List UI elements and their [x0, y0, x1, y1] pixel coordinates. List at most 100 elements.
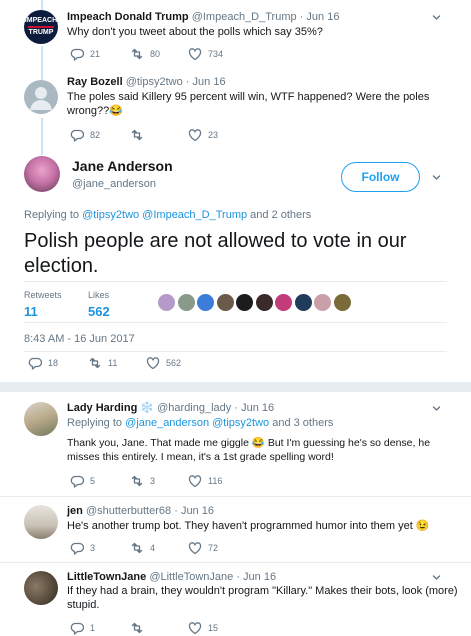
- like-count: 116: [208, 476, 223, 486]
- replying-to: Replying to @jane_anderson @tipsy2two an…: [67, 417, 333, 429]
- reply-tweet[interactable]: LittleTownJane @LittleTownJane · Jun 16 …: [0, 563, 471, 636]
- user-handle[interactable]: @Impeach_D_Trump: [192, 11, 297, 23]
- avatar[interactable]: IMPEACH TRUMP: [24, 10, 58, 44]
- retweet-button[interactable]: [130, 128, 150, 142]
- heart-icon: [188, 129, 202, 142]
- avatar-logo-text: IMPEACH: [24, 17, 58, 24]
- retweet-icon: [131, 475, 143, 487]
- reply-button[interactable]: 82: [70, 128, 100, 142]
- user-handle[interactable]: @harding_lady: [157, 402, 231, 414]
- like-count: 72: [208, 543, 219, 553]
- user-handle[interactable]: @shutterbutter68: [86, 505, 171, 517]
- tweet-text-line: If they had a brain, they wouldn't progr…: [67, 585, 458, 597]
- liker-avatar[interactable]: [255, 294, 273, 311]
- chevron-down-icon[interactable]: [432, 13, 441, 22]
- likes-stat[interactable]: Likes 562: [88, 290, 110, 319]
- follow-button[interactable]: Follow: [341, 162, 420, 192]
- reply-button[interactable]: 3: [70, 541, 95, 555]
- reply-tweet[interactable]: jen @shutterbutter68 · Jun 16 He's anoth…: [0, 497, 471, 562]
- replying-to-links[interactable]: @jane_anderson @tipsy2two: [125, 417, 269, 429]
- retweet-button[interactable]: [130, 621, 150, 635]
- timestamp[interactable]: Jun 16: [243, 571, 276, 583]
- retweet-button[interactable]: 11: [88, 356, 117, 370]
- user-handle[interactable]: @jane_anderson: [72, 178, 156, 190]
- avatar[interactable]: [24, 156, 60, 192]
- replying-to-prefix: Replying to: [67, 417, 123, 429]
- chevron-down-icon[interactable]: [432, 404, 441, 413]
- liker-avatar[interactable]: [197, 294, 214, 311]
- reply-button[interactable]: 21: [70, 47, 100, 61]
- user-handle[interactable]: @tipsy2two: [126, 76, 183, 88]
- liker-avatar[interactable]: [275, 294, 292, 311]
- timestamp[interactable]: Jun 16: [193, 76, 226, 88]
- replying-to-suffix[interactable]: and 3 others: [272, 417, 333, 429]
- retweet-button[interactable]: 3: [130, 474, 155, 488]
- like-button[interactable]: 734: [188, 47, 223, 61]
- tweet-text-line: wrong??😂: [67, 104, 441, 118]
- liker-avatar[interactable]: [216, 294, 234, 311]
- separator-dot: ·: [236, 571, 240, 583]
- retweet-count: 4: [150, 543, 156, 553]
- tweet-text: He's another trump bot. They haven't pro…: [67, 519, 441, 533]
- retweet-count: 3: [150, 476, 156, 486]
- display-name[interactable]: Ray Bozell: [67, 76, 123, 88]
- tweet-text: The poles said Killery 95 percent will w…: [67, 90, 441, 118]
- like-button[interactable]: 15: [188, 621, 218, 635]
- tweet-header: LittleTownJane @LittleTownJane · Jun 16: [67, 571, 276, 583]
- timestamp[interactable]: Jun 16: [306, 11, 339, 23]
- display-name[interactable]: Jane Anderson: [72, 158, 173, 174]
- tweet-text-fragment: Thank you, Jane. That made me giggle: [67, 437, 249, 449]
- reply-icon: [70, 48, 84, 61]
- like-button[interactable]: 72: [188, 541, 218, 555]
- reply-button[interactable]: 5: [70, 474, 95, 488]
- reply-icon: [70, 475, 84, 488]
- avatar[interactable]: [24, 571, 58, 605]
- like-button[interactable]: 562: [146, 356, 181, 370]
- display-name[interactable]: LittleTownJane: [67, 571, 146, 583]
- replying-to: Replying to @tipsy2two @Impeach_D_Trump …: [24, 209, 311, 221]
- liker-avatar[interactable]: [333, 294, 351, 311]
- timestamp[interactable]: Jun 16: [181, 505, 214, 517]
- replying-to-suffix[interactable]: and 2 others: [250, 209, 311, 221]
- reply-button[interactable]: 18: [28, 356, 58, 370]
- display-name[interactable]: Lady Harding: [67, 402, 137, 414]
- retweet-icon: [131, 622, 143, 634]
- tweet-text-line: stupid.: [67, 599, 100, 611]
- liker-avatar[interactable]: [158, 294, 175, 311]
- divider: [24, 322, 447, 323]
- tweet-text: Polish people are not allowed to vote in…: [24, 230, 407, 277]
- avatar[interactable]: [24, 80, 58, 114]
- display-name[interactable]: Impeach Donald Trump: [67, 11, 189, 23]
- retweets-stat[interactable]: Retweets 11: [24, 290, 62, 319]
- retweet-button[interactable]: 80: [130, 47, 160, 61]
- tweet-actions: 82 23: [67, 128, 367, 142]
- timestamp[interactable]: Jun 16: [241, 402, 274, 414]
- chevron-down-icon[interactable]: [432, 573, 441, 582]
- reply-tweet[interactable]: Lady Harding ❄️ @harding_lady · Jun 16 R…: [0, 392, 471, 496]
- reply-icon: [70, 542, 84, 555]
- user-handle[interactable]: @LittleTownJane: [149, 571, 233, 583]
- tweet-header: Impeach Donald Trump @Impeach_D_Trump · …: [67, 11, 339, 23]
- tweet-timestamp[interactable]: 8:43 AM - 16 Jun 2017: [24, 333, 135, 345]
- like-button[interactable]: 23: [188, 128, 218, 142]
- reply-count: 1: [90, 623, 96, 633]
- liker-avatar[interactable]: [177, 294, 195, 311]
- like-button[interactable]: 116: [188, 474, 222, 488]
- avatar[interactable]: [24, 505, 58, 539]
- heart-icon: [146, 357, 160, 370]
- avatar[interactable]: [24, 402, 58, 436]
- retweet-button[interactable]: 4: [130, 541, 155, 555]
- retweet-icon: [131, 542, 143, 554]
- display-name[interactable]: jen: [67, 505, 83, 517]
- reply-button[interactable]: 1: [70, 621, 95, 635]
- thread-tweet[interactable]: IMPEACH TRUMP Impeach Donald Trump @Impe…: [0, 0, 471, 70]
- chevron-down-icon[interactable]: [432, 173, 441, 182]
- liker-avatar[interactable]: [236, 294, 253, 311]
- replying-to-links[interactable]: @tipsy2two @Impeach_D_Trump: [82, 209, 247, 221]
- liker-avatar[interactable]: [314, 294, 331, 311]
- liker-avatar[interactable]: [294, 294, 312, 311]
- thread-tweet[interactable]: Ray Bozell @tipsy2two · Jun 16 The poles…: [0, 70, 471, 155]
- heart-icon: [188, 48, 202, 61]
- tweet-header: jen @shutterbutter68 · Jun 16: [67, 505, 214, 517]
- laughing-emoji: 😂: [251, 437, 265, 449]
